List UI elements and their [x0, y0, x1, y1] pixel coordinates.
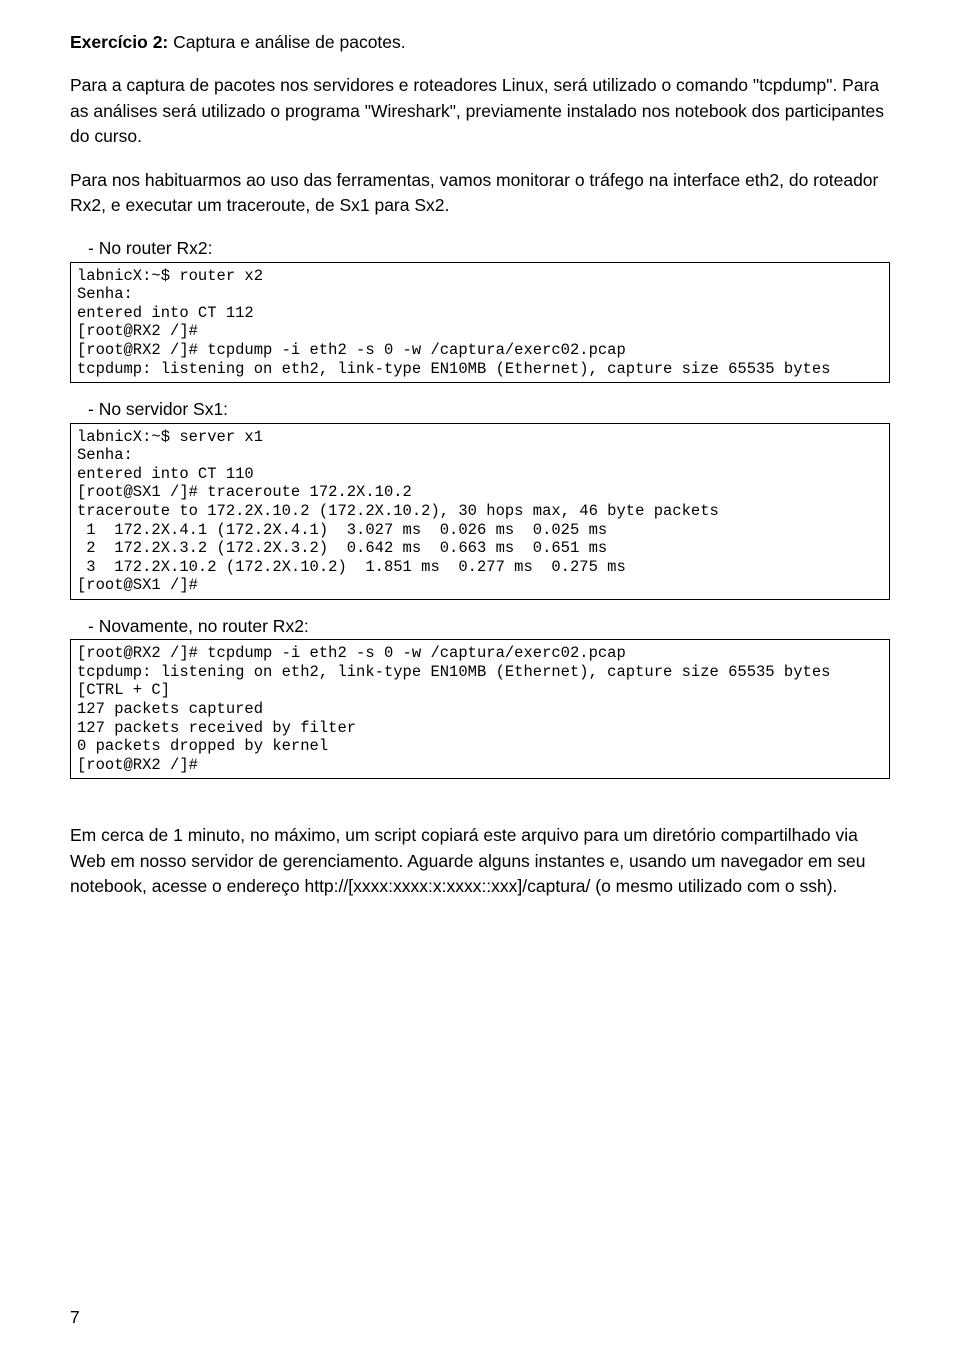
- spacer: [70, 793, 890, 823]
- page-number: 7: [70, 1307, 80, 1328]
- code-block-3: [root@RX2 /]# tcpdump -i eth2 -s 0 -w /c…: [70, 639, 890, 779]
- code-block-1: labnicX:~$ router x2 Senha: entered into…: [70, 262, 890, 384]
- paragraph-1: Para a captura de pacotes nos servidores…: [70, 73, 890, 149]
- title-rest: Captura e análise de pacotes.: [168, 32, 405, 52]
- code-block-2: labnicX:~$ server x1 Senha: entered into…: [70, 423, 890, 600]
- paragraph-2: Para nos habituarmos ao uso das ferramen…: [70, 168, 890, 219]
- paragraph-3: Em cerca de 1 minuto, no máximo, um scri…: [70, 823, 890, 899]
- title-bold: Exercício 2:: [70, 32, 168, 52]
- document-page: Exercício 2: Captura e análise de pacote…: [0, 0, 960, 1356]
- label-router-rx2-again: - Novamente, no router Rx2:: [88, 614, 890, 639]
- label-server-sx1: - No servidor Sx1:: [88, 397, 890, 422]
- exercise-title: Exercício 2: Captura e análise de pacote…: [70, 30, 890, 55]
- label-router-rx2: - No router Rx2:: [88, 236, 890, 261]
